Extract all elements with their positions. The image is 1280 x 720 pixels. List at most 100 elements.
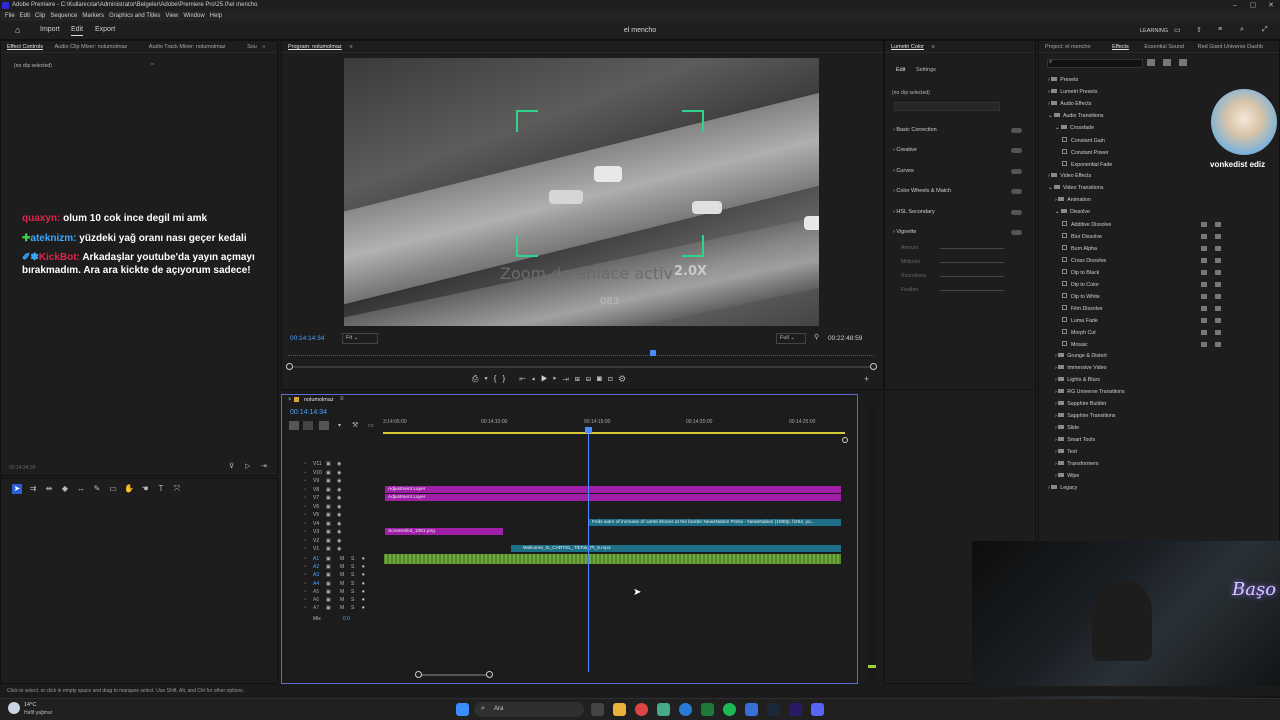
play-icon[interactable]: ▶ <box>541 374 553 383</box>
vignette-slider[interactable] <box>940 290 1004 291</box>
effects-folder[interactable]: › Slide <box>1055 425 1079 431</box>
tab-lumetri[interactable]: Lumetri Color <box>891 44 924 50</box>
effects-folder[interactable]: › Smart Tools <box>1055 437 1095 443</box>
lock-icon[interactable]: ▫ <box>304 461 306 467</box>
eye-icon[interactable]: ◉ <box>337 538 341 544</box>
audio-track-header[interactable]: ▫ A1 ▣ M S ⏺ <box>304 556 372 564</box>
sync-lock-icon[interactable]: ▣ <box>326 495 331 501</box>
audio-waveform-clip[interactable] <box>384 554 841 564</box>
scroll-handle[interactable] <box>870 363 877 370</box>
adjustment-layer-clip[interactable]: Adjustment Layer <box>385 486 841 493</box>
type-tool-icon[interactable]: T <box>156 484 166 494</box>
mic-icon[interactable]: ⏺ <box>362 564 365 570</box>
rectangle-tool-icon[interactable]: ▭ <box>108 484 118 494</box>
panel-menu-icon[interactable]: ≡ <box>340 396 344 402</box>
effects-item[interactable]: Constant Gain <box>1062 137 1105 144</box>
sync-lock-icon[interactable]: ▣ <box>326 512 331 518</box>
insert-icon[interactable]: ⊞ <box>575 374 586 383</box>
search-icon[interactable]: ⌕ <box>1240 26 1244 34</box>
add-button-icon[interactable]: + <box>864 374 869 384</box>
selection-tool-icon[interactable]: ➤ <box>12 484 22 494</box>
menu-view[interactable]: View <box>165 11 178 21</box>
panel-menu-icon[interactable]: ≡ <box>932 44 935 50</box>
lock-icon[interactable]: ▫ <box>304 605 306 611</box>
effects-folder[interactable]: ⌄ Video Transitions <box>1048 185 1103 191</box>
effects-folder[interactable]: › Legacy <box>1048 485 1077 491</box>
learning-label[interactable]: LEARNING <box>1140 28 1168 34</box>
sync-lock-icon[interactable]: ▣ <box>326 487 331 493</box>
mute-icon[interactable]: M <box>340 564 344 570</box>
eye-icon[interactable]: ◉ <box>337 512 341 518</box>
quality-dropdown[interactable]: Full ⌄ <box>776 333 806 344</box>
video-track-header[interactable]: ▫ V7 ▣ ◉ <box>304 495 372 503</box>
program-playhead[interactable] <box>650 350 656 356</box>
lock-icon[interactable]: ▫ <box>304 487 306 493</box>
effects-folder[interactable]: › Immersive Video <box>1055 365 1107 371</box>
mic-icon[interactable]: ⏺ <box>362 605 365 611</box>
lumetri-edit-tab[interactable]: Edit <box>896 67 905 73</box>
sync-lock-icon[interactable]: ▣ <box>326 589 331 595</box>
fullscreen-icon[interactable]: ⤢ <box>1262 26 1268 34</box>
effects-item[interactable]: Exponential Fade <box>1062 161 1112 168</box>
section-toggle[interactable] <box>1011 148 1022 153</box>
timeline-timecode[interactable]: 00:14:14:34 <box>290 409 327 416</box>
section-toggle[interactable] <box>1011 128 1022 133</box>
sync-lock-icon[interactable]: ▣ <box>326 504 331 510</box>
app-icon[interactable] <box>657 703 670 716</box>
audio-track-header[interactable]: ▫ A5 ▣ M S ⏺ <box>304 589 372 597</box>
effects-item[interactable]: Mosaic <box>1062 341 1088 348</box>
step-back-icon[interactable]: ◂ <box>532 374 541 383</box>
lock-icon[interactable]: ▫ <box>304 495 306 501</box>
excel-icon[interactable] <box>701 703 714 716</box>
effects-folder[interactable]: › Sapphire Builder <box>1055 401 1106 407</box>
playhead-handle[interactable] <box>585 427 592 433</box>
zoom-scrollbar[interactable] <box>290 366 874 368</box>
video-track-header[interactable]: ▫ V4 ▣ ◉ <box>304 521 372 529</box>
lock-icon[interactable]: ▫ <box>304 546 306 552</box>
32bit-effects-icon[interactable] <box>1163 59 1171 66</box>
program-ruler[interactable] <box>288 352 874 356</box>
lock-icon[interactable]: ▫ <box>304 512 306 518</box>
video-track-header[interactable]: ▫ V3 ▣ ◉ <box>304 529 372 537</box>
sync-lock-icon[interactable]: ▣ <box>326 581 331 587</box>
effects-item[interactable]: Luma Fade <box>1062 317 1098 324</box>
program-timecode[interactable]: 00:14:14:34 <box>290 335 324 342</box>
lock-icon[interactable]: ▫ <box>304 589 306 595</box>
eye-icon[interactable]: ◉ <box>337 546 341 552</box>
sync-lock-icon[interactable]: ▣ <box>326 605 331 611</box>
spotify-icon[interactable] <box>723 703 736 716</box>
mic-icon[interactable]: ⏺ <box>362 556 365 562</box>
lumetri-section[interactable]: › HSL Secondary <box>893 209 935 215</box>
menu-help[interactable]: Help <box>210 11 222 21</box>
effects-folder[interactable]: › Grunge & Distort <box>1055 353 1107 359</box>
menu-clip[interactable]: Clip <box>35 11 45 21</box>
razor-icon[interactable]: ◆ <box>60 484 70 494</box>
premiere-taskbar-icon[interactable] <box>789 703 802 716</box>
video-track-header[interactable]: ▫ V9 ▣ ◉ <box>304 478 372 486</box>
effects-folder[interactable]: › Audio Effects <box>1048 101 1091 107</box>
tab-effect-controls[interactable]: Effect Controls <box>7 44 43 50</box>
menu-window[interactable]: Window <box>183 11 204 21</box>
share-icon[interactable]: ⇧ <box>1196 26 1202 34</box>
slip-tool-icon[interactable]: ↔ <box>76 484 86 494</box>
sync-lock-icon[interactable]: ▣ <box>326 529 331 535</box>
eye-icon[interactable]: ◉ <box>337 487 341 493</box>
sync-lock-icon[interactable]: ▣ <box>326 461 331 467</box>
mute-icon[interactable]: M <box>340 597 344 603</box>
tab-red-giant[interactable]: Red Giant Universe Dashb <box>1198 44 1263 50</box>
panel-expand-icon[interactable]: ▫ <box>151 61 153 68</box>
photos-icon[interactable] <box>745 703 758 716</box>
mute-icon[interactable]: M <box>340 581 344 587</box>
tab-effects[interactable]: Effects <box>1112 44 1129 50</box>
effects-folder[interactable]: › Text <box>1055 449 1077 455</box>
eye-icon[interactable]: ◉ <box>337 470 341 476</box>
timeline-zoom-scrollbar[interactable] <box>418 674 490 676</box>
yuv-effects-icon[interactable] <box>1179 59 1187 66</box>
mic-icon[interactable]: ⏺ <box>362 589 365 595</box>
effects-folder[interactable]: › Lumetri Presets <box>1048 89 1097 95</box>
lock-icon[interactable]: ▫ <box>304 556 306 562</box>
audio-track-header[interactable]: ▫ A6 ▣ M S ⏺ <box>304 597 372 605</box>
lumetri-section[interactable]: › Basic Correction <box>893 127 937 133</box>
track-select-icon[interactable]: ⇉ <box>28 484 38 494</box>
menu-file[interactable]: File <box>5 11 15 21</box>
